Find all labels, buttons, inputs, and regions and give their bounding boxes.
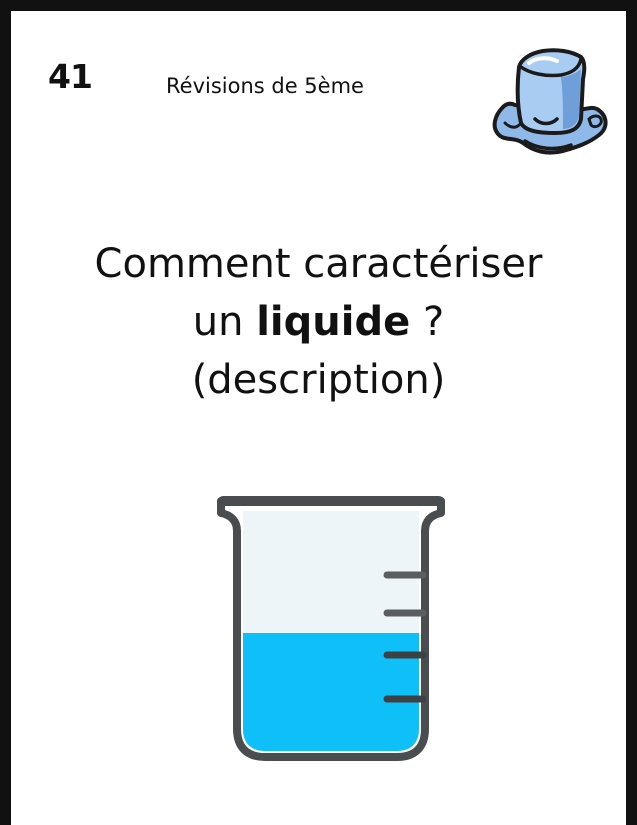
question-line-2-suffix: ?: [410, 299, 445, 345]
question-line-2-prefix: un: [192, 299, 257, 345]
beaker-icon: [217, 496, 445, 761]
question-keyword: liquide: [256, 299, 411, 345]
header-title: Révisions de 5ème: [166, 74, 364, 98]
question-line-1: Comment caractériser: [94, 241, 543, 287]
question-line-2: un liquide ?: [11, 293, 626, 351]
question-text: Comment caractériser un liquide ? (descr…: [11, 235, 626, 409]
melting-ice-cube-icon: [492, 48, 608, 155]
card-number: 41: [48, 57, 93, 96]
question-card: 41 Révisions de 5ème Comment caractérise…: [0, 0, 637, 825]
question-line-3: (description): [191, 357, 446, 403]
